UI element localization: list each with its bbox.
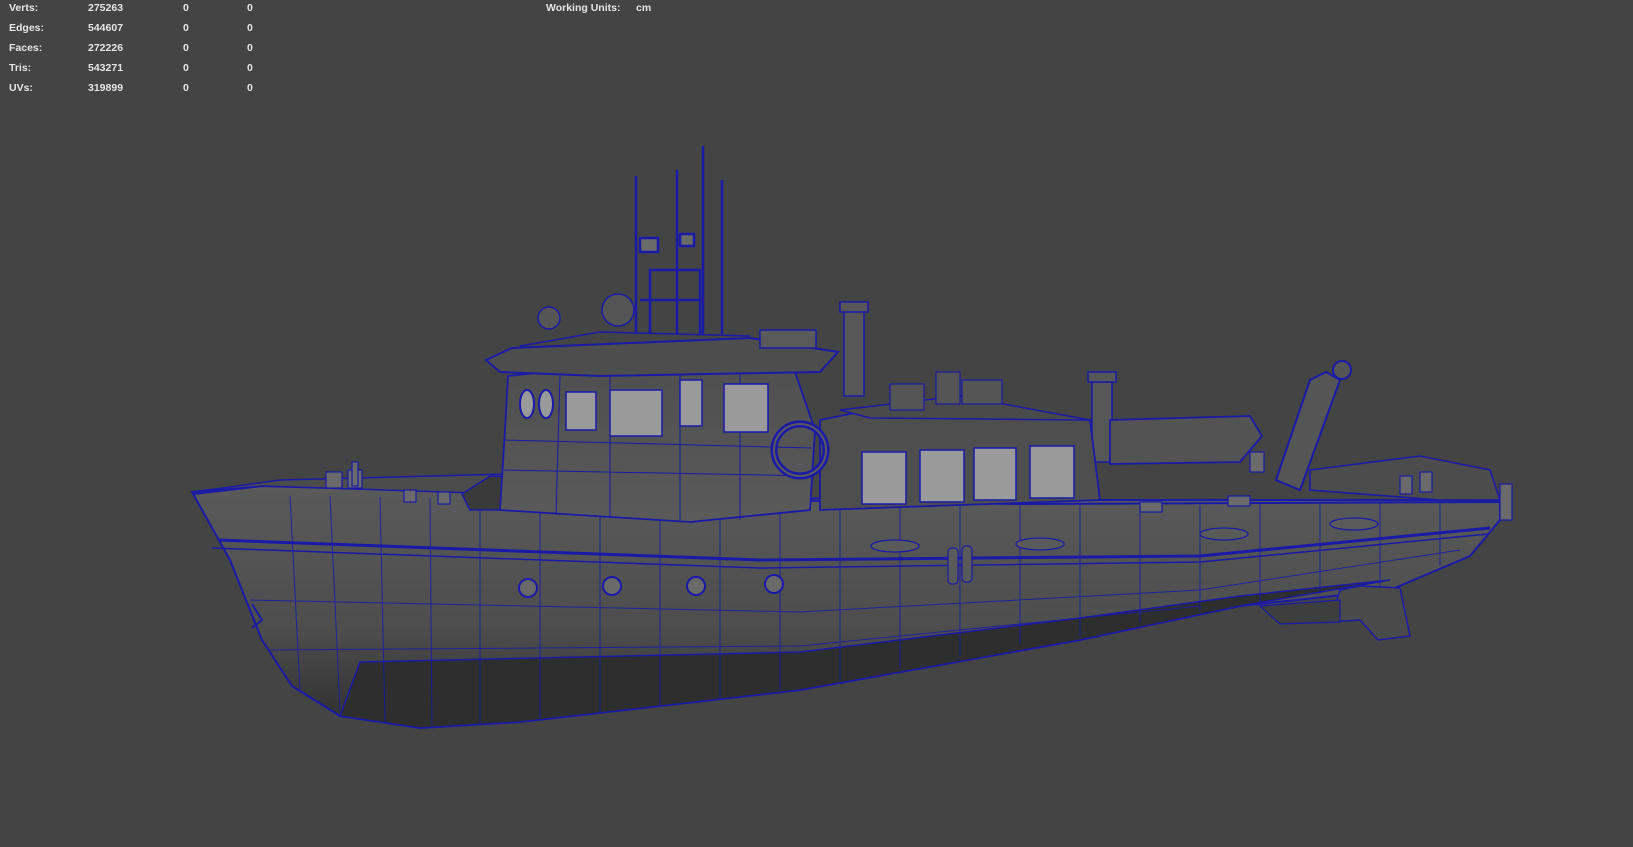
3d-viewport[interactable]: Verts: 275263 0 0 Edges: 544607 0 0 Face… <box>0 0 1633 847</box>
hud-label: Edges: <box>9 22 45 34</box>
hud-label: Tris: <box>9 62 32 74</box>
hud-label: Verts: <box>9 2 39 14</box>
hud-value: 0 <box>183 2 189 14</box>
hud-row-faces: Faces: 272226 0 0 <box>0 40 280 60</box>
hud-value: 0 <box>247 62 253 74</box>
hud-row-verts: Verts: 275263 0 0 <box>0 0 280 20</box>
hud-value: 272226 <box>88 42 124 54</box>
hud-value: 544607 <box>88 22 124 34</box>
poly-count-hud: Verts: 275263 0 0 Edges: 544607 0 0 Face… <box>0 0 280 100</box>
hud-value: 275263 <box>88 2 124 14</box>
hud-value: 0 <box>247 42 253 54</box>
hud-value: 0 <box>183 62 189 74</box>
hud-row-edges: Edges: 544607 0 0 <box>0 20 280 40</box>
working-units-label: Working Units: <box>546 2 621 14</box>
hud-value: 543271 <box>88 62 124 74</box>
hud-label: Faces: <box>9 42 43 54</box>
boat-wireframe-model[interactable] <box>0 0 1633 847</box>
working-units-value: cm <box>636 2 652 14</box>
hud-value: 0 <box>183 82 189 94</box>
hud-label: UVs: <box>9 82 33 94</box>
hud-value: 0 <box>247 22 253 34</box>
hud-value: 0 <box>247 82 253 94</box>
hud-row-tris: Tris: 543271 0 0 <box>0 60 280 80</box>
hud-value: 0 <box>247 2 253 14</box>
hud-row-uvs: UVs: 319899 0 0 <box>0 80 280 100</box>
hud-value: 0 <box>183 22 189 34</box>
hud-value: 319899 <box>88 82 124 94</box>
hud-value: 0 <box>183 42 189 54</box>
